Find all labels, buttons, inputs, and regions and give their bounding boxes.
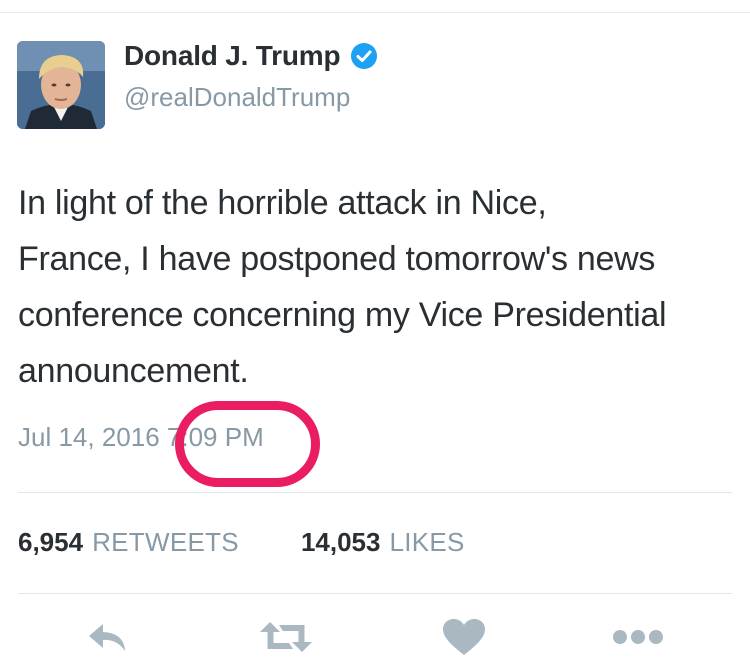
retweets-count: 6,954 [18, 527, 84, 557]
verified-badge-icon [350, 42, 378, 70]
author-display-name[interactable]: Donald J. Trump [124, 40, 341, 72]
retweet-icon [260, 622, 312, 652]
author-handle[interactable]: @realDonaldTrump [124, 82, 350, 113]
top-divider [0, 12, 750, 13]
time-highlight-annotation [175, 401, 320, 487]
avatar[interactable] [17, 41, 105, 129]
likes-count: 14,053 [300, 527, 381, 557]
avatar-image [17, 41, 105, 129]
reply-icon [89, 624, 125, 651]
likes-stat[interactable]: 14,053 LIKES [301, 527, 465, 558]
author-row: Donald J. Trump [124, 40, 378, 72]
retweet-button[interactable] [257, 617, 315, 657]
likes-label: LIKES [389, 527, 465, 557]
like-button[interactable] [441, 617, 487, 657]
like-icon [443, 619, 485, 655]
divider [18, 593, 732, 594]
divider [18, 492, 732, 493]
more-button[interactable] [612, 617, 664, 657]
more-icon [613, 630, 663, 644]
retweets-label: RETWEETS [92, 527, 239, 557]
reply-button[interactable] [84, 617, 130, 657]
tweet-stats: 6,954 RETWEETS 14,053 LIKES [18, 527, 465, 558]
retweets-stat[interactable]: 6,954 RETWEETS [18, 527, 239, 558]
tweet-date: Jul 14, 2016 [18, 422, 160, 452]
tweet-text: In light of the horrible attack in Nice,… [18, 184, 667, 390]
